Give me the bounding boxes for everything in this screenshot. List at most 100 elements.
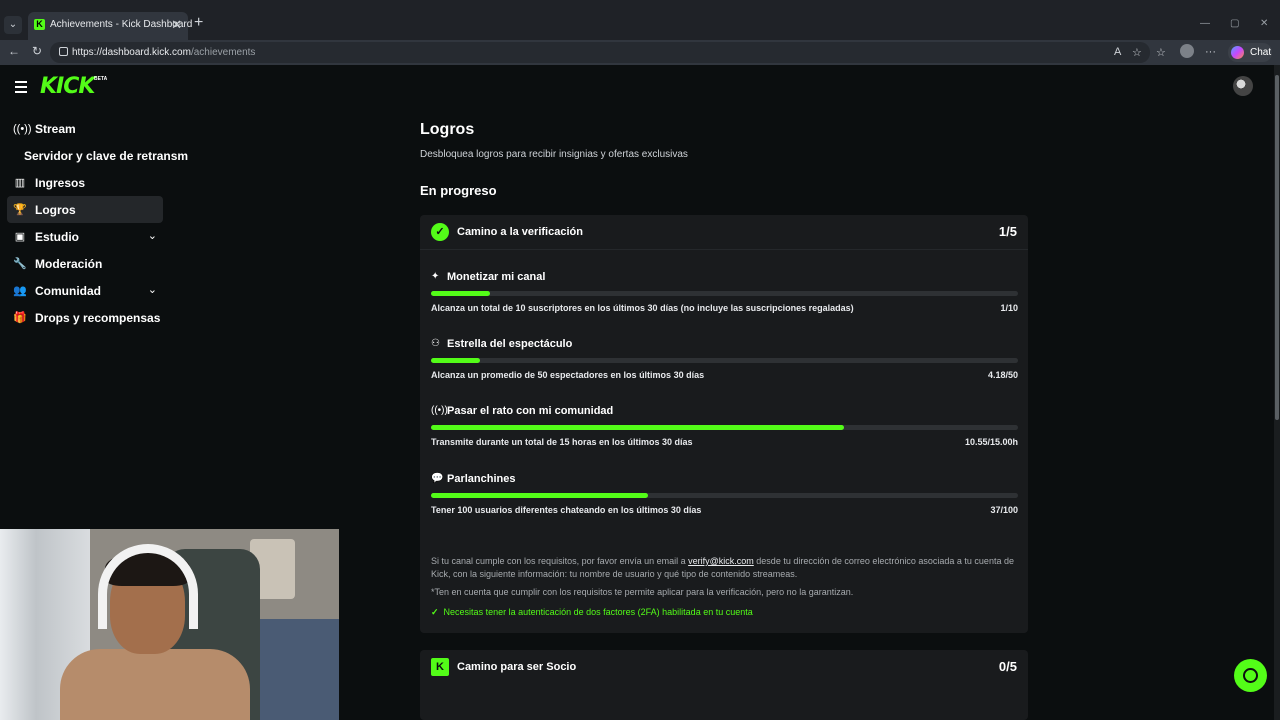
copilot-icon	[1231, 46, 1244, 59]
tab-actions-menu-icon[interactable]: ⌄	[4, 16, 22, 34]
studio-icon: ▣	[14, 231, 26, 243]
achievement-title: Monetizar mi canal	[447, 271, 546, 283]
partner-card-header[interactable]: K Camino para ser Socio 0/5	[420, 650, 1028, 685]
viewers-icon: ⚇	[431, 338, 440, 349]
achievement-description: Alcanza un total de 10 suscriptores en l…	[431, 303, 854, 313]
requirement-text: Necesitas tener la autenticación de dos …	[443, 607, 753, 617]
support-chat-button[interactable]	[1234, 659, 1267, 692]
verification-disclaimer: *Ten en cuenta que cumplir con los requi…	[431, 587, 854, 597]
progress-bar	[431, 493, 1018, 498]
gift-icon: 🎁	[13, 312, 27, 324]
achievement-description: Transmite durante un total de 15 horas e…	[431, 437, 693, 447]
achievement-value: 10.55/15.00h	[964, 437, 1018, 447]
verification-card-header[interactable]: ✓ Camino a la verificación 1/5	[420, 215, 1028, 250]
verification-note: Si tu canal cumple con los requisitos, p…	[431, 555, 1021, 581]
achievement-title: Pasar el rato con mi comunidad	[447, 405, 614, 417]
webcam-bed	[260, 619, 339, 720]
checkmark-icon: ✓	[431, 607, 439, 617]
scrollbar-thumb[interactable]	[1275, 75, 1279, 420]
sidebar-item-label: Ingresos	[35, 175, 86, 190]
page-scrollbar[interactable]	[1274, 65, 1280, 720]
sidebar-item-label: Logros	[35, 202, 76, 217]
chat-bubble-icon: 💬	[431, 473, 444, 484]
sidebar-item-server-key[interactable]: Servidor y clave de retransm	[7, 142, 188, 169]
requirement-2fa: ✓ Necesitas tener la autenticación de dos…	[431, 607, 753, 618]
sidebar-item-label: Stream	[35, 121, 76, 136]
progress-fill	[431, 291, 490, 296]
progress-bar	[431, 291, 1018, 296]
progress-bar	[431, 358, 1018, 363]
card-progress-count: 1/5	[998, 224, 1017, 239]
sidebar-item-label: Moderación	[35, 256, 103, 271]
copilot-chat-button[interactable]: Chat	[1228, 43, 1272, 62]
kick-logo[interactable]: KICK	[40, 74, 95, 99]
chevron-down-icon[interactable]: ⌄	[148, 283, 157, 296]
page-title: Logros	[420, 121, 475, 138]
achievement-value: 1/10	[1000, 303, 1018, 313]
address-bar[interactable]: https://dashboard.kick.com/achievements	[50, 42, 1150, 63]
hamburger-menu-icon[interactable]	[15, 81, 27, 96]
profile-avatar[interactable]	[1180, 44, 1194, 58]
verified-badge-icon: ✓	[431, 223, 449, 241]
sidebar-item-drops[interactable]: 🎁 Drops y recompensas	[7, 304, 163, 331]
browser-toolbar: ← ↻ https://dashboard.kick.com/achieveme…	[0, 40, 1280, 65]
progress-fill	[431, 493, 649, 498]
sidebar-item-label: Servidor y clave de retransm	[24, 148, 189, 163]
minimize-icon[interactable]: —	[1200, 18, 1210, 29]
sidebar-item-ingresos[interactable]: ▥ Ingresos	[7, 169, 163, 196]
achievement-description: Tener 100 usuarios diferentes chateando …	[431, 505, 702, 515]
card-title: Camino a la verificación	[457, 226, 583, 238]
achievement-value: 4.18/50	[987, 370, 1018, 380]
chart-icon: ▥	[14, 177, 26, 189]
verify-email-link[interactable]: verify@kick.com	[688, 556, 754, 566]
kick-badge-icon: K	[431, 658, 449, 676]
partner-card: K Camino para ser Socio 0/5	[420, 650, 1028, 720]
browser-tab-achievements[interactable]: K Achievements - Kick Dashboard ✕	[28, 12, 192, 40]
refresh-icon[interactable]: ↻	[32, 44, 42, 58]
kick-favicon-icon: K	[34, 19, 45, 30]
favorites-icon[interactable]: ☆	[1156, 46, 1166, 59]
page-subtitle: Desbloquea logros para recibir insignias…	[420, 149, 688, 160]
users-icon: 👥	[13, 285, 27, 297]
achievement-value: 37/100	[990, 505, 1018, 515]
trophy-icon: 🏆	[13, 204, 27, 216]
beta-label: BETA	[94, 76, 108, 82]
back-arrow-icon[interactable]: ←	[8, 44, 20, 58]
achievement-title: Parlanchines	[447, 473, 516, 485]
sidebar-item-comunidad[interactable]: 👥 Comunidad ⌄	[7, 277, 163, 304]
sidebar-item-moderacion[interactable]: 🔧 Moderación	[7, 250, 163, 277]
sidebar-nav: ((•)) Stream Servidor y clave de retrans…	[7, 115, 188, 331]
progress-fill	[431, 358, 481, 363]
webcam-person-body	[60, 649, 250, 720]
sidebar-item-estudio[interactable]: ▣ Estudio ⌄	[7, 223, 163, 250]
verification-card: ✓ Camino a la verificación 1/5 ✦ Monetiz…	[420, 215, 1028, 633]
close-window-icon[interactable]: ✕	[1260, 18, 1268, 29]
section-title-in-progress: En progreso	[420, 183, 497, 198]
webcam-overlay	[0, 529, 339, 720]
achievement-title: Estrella del espectáculo	[447, 338, 573, 350]
progress-fill	[431, 425, 844, 430]
progress-bar	[431, 425, 1018, 430]
url-text: https://dashboard.kick.com/achievements	[72, 47, 255, 58]
read-aloud-icon[interactable]: A	[1114, 46, 1121, 58]
broadcast-icon: ((•))	[431, 405, 448, 416]
chevron-down-icon[interactable]: ⌄	[148, 229, 157, 242]
close-tab-icon[interactable]: ✕	[171, 17, 182, 33]
favorite-star-icon[interactable]: ☆	[1132, 46, 1142, 59]
broadcast-icon: ((•))	[13, 122, 32, 135]
lock-icon	[59, 47, 68, 56]
sparkle-icon: ✦	[431, 271, 440, 282]
chat-label: Chat	[1250, 47, 1272, 58]
more-options-icon[interactable]: ···	[1205, 46, 1216, 58]
sidebar-item-logros[interactable]: 🏆 Logros	[7, 196, 163, 223]
maximize-icon[interactable]: ▢	[1230, 18, 1239, 29]
sidebar-item-label: Estudio	[35, 229, 79, 244]
card-title: Camino para ser Socio	[457, 661, 577, 673]
card-progress-count: 0/5	[998, 659, 1017, 674]
sidebar-item-label: Comunidad	[35, 283, 101, 298]
achievement-description: Alcanza un promedio de 50 espectadores e…	[431, 370, 705, 380]
sidebar-item-stream[interactable]: ((•)) Stream	[7, 115, 163, 142]
new-tab-button[interactable]: +	[194, 14, 203, 32]
user-avatar[interactable]	[1233, 76, 1253, 96]
url-path: /achievements	[190, 47, 256, 58]
